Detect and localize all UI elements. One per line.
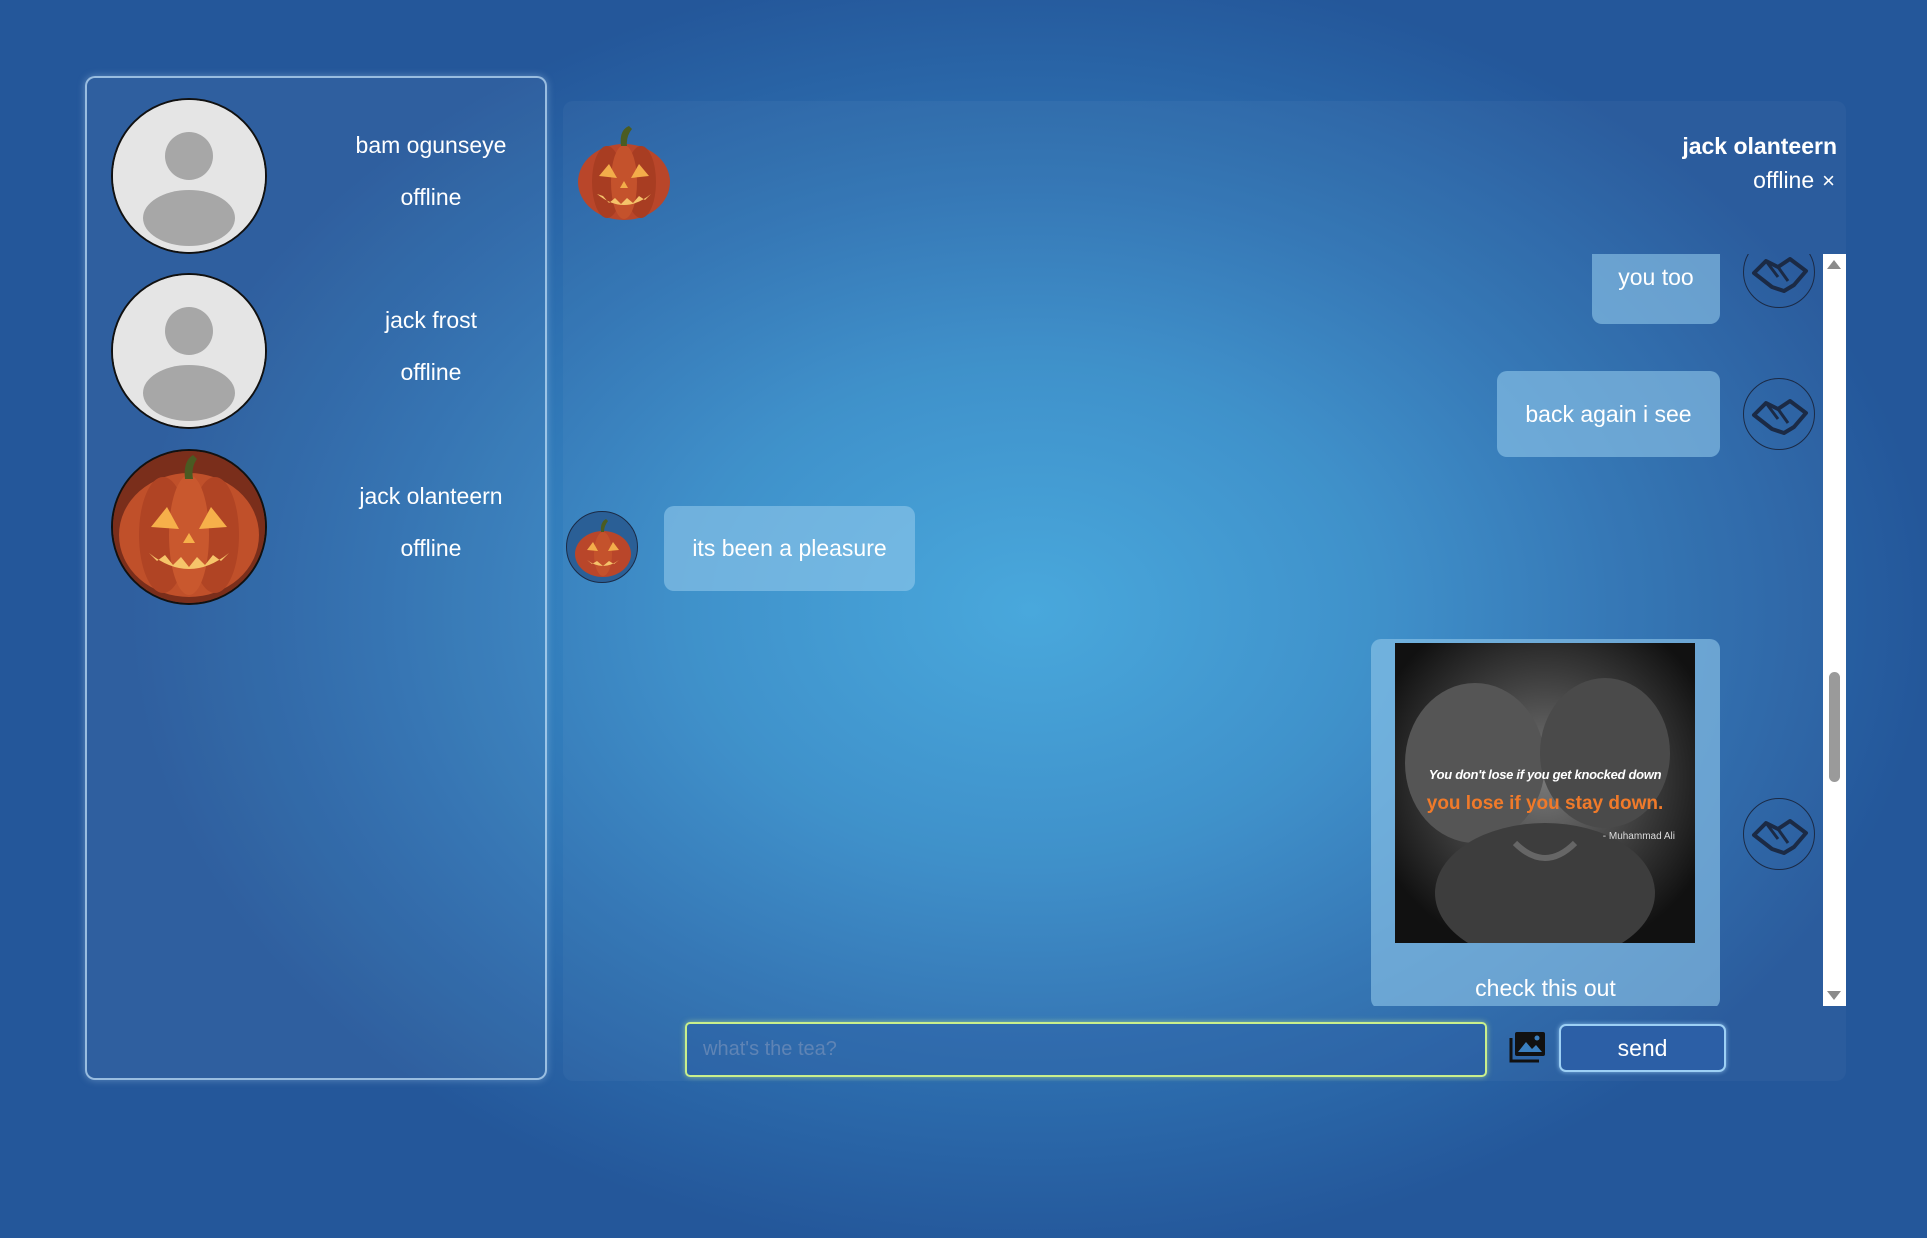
chat-status-text: offline xyxy=(1753,167,1815,193)
handshake-icon xyxy=(1743,798,1815,870)
contact-status: offline xyxy=(400,535,462,561)
message-scrollbar[interactable] xyxy=(1823,254,1846,1006)
contact-item-jack-frost[interactable]: jack frost offline xyxy=(111,273,531,429)
message-text: back again i see xyxy=(1525,401,1692,427)
scrollbar-thumb[interactable] xyxy=(1829,672,1840,782)
quote-attribution: - Muhammad Ali xyxy=(1602,831,1675,842)
contact-name: jack olanteern xyxy=(359,483,503,509)
message-text: its been a pleasure xyxy=(692,535,887,561)
contact-name: jack frost xyxy=(384,307,478,333)
close-icon[interactable]: × xyxy=(1822,168,1835,193)
chat-contact-name: jack olanteern xyxy=(1682,133,1837,159)
message-bubble: you too xyxy=(1592,254,1720,324)
contact-status: offline xyxy=(400,359,462,385)
handshake-icon xyxy=(1743,378,1815,450)
image-message-bubble: You don't lose if you get knocked down y… xyxy=(1371,639,1720,1006)
default-user-icon xyxy=(111,98,267,254)
contacts-panel: bam ogunseye offline jack frost offline xyxy=(85,76,547,1080)
default-user-icon xyxy=(111,273,267,429)
contact-name: bam ogunseye xyxy=(355,132,507,158)
scroll-down-arrow-icon[interactable] xyxy=(1827,991,1841,1000)
photo-library-icon[interactable] xyxy=(1507,1030,1547,1064)
message-list[interactable]: you too back again i see its been a plea… xyxy=(563,254,1827,1006)
message-text: check this out xyxy=(1475,975,1616,1001)
handshake-icon xyxy=(1743,254,1815,308)
message-text: you too xyxy=(1618,264,1694,290)
message-bubble: back again i see xyxy=(1497,371,1720,457)
quote-line-1: You don't lose if you get knocked down xyxy=(1428,767,1662,782)
contact-item-jack-olanteern[interactable]: jack olanteern offline xyxy=(111,449,531,605)
pumpkin-icon xyxy=(566,511,638,583)
contact-status: offline xyxy=(400,184,462,210)
scroll-up-arrow-icon[interactable] xyxy=(1827,260,1841,269)
contact-item-bam-ogunseye[interactable]: bam ogunseye offline xyxy=(111,98,531,254)
send-button[interactable]: send xyxy=(1559,1024,1726,1072)
chat-contact-status: offline × xyxy=(1753,167,1835,194)
quote-line-2: you lose if you stay down. xyxy=(1426,793,1664,814)
pumpkin-icon xyxy=(575,124,673,222)
message-bubble: its been a pleasure xyxy=(664,506,915,591)
pumpkin-icon xyxy=(111,449,267,605)
message-input[interactable] xyxy=(685,1022,1487,1077)
message-image[interactable]: You don't lose if you get knocked down y… xyxy=(1395,643,1695,943)
